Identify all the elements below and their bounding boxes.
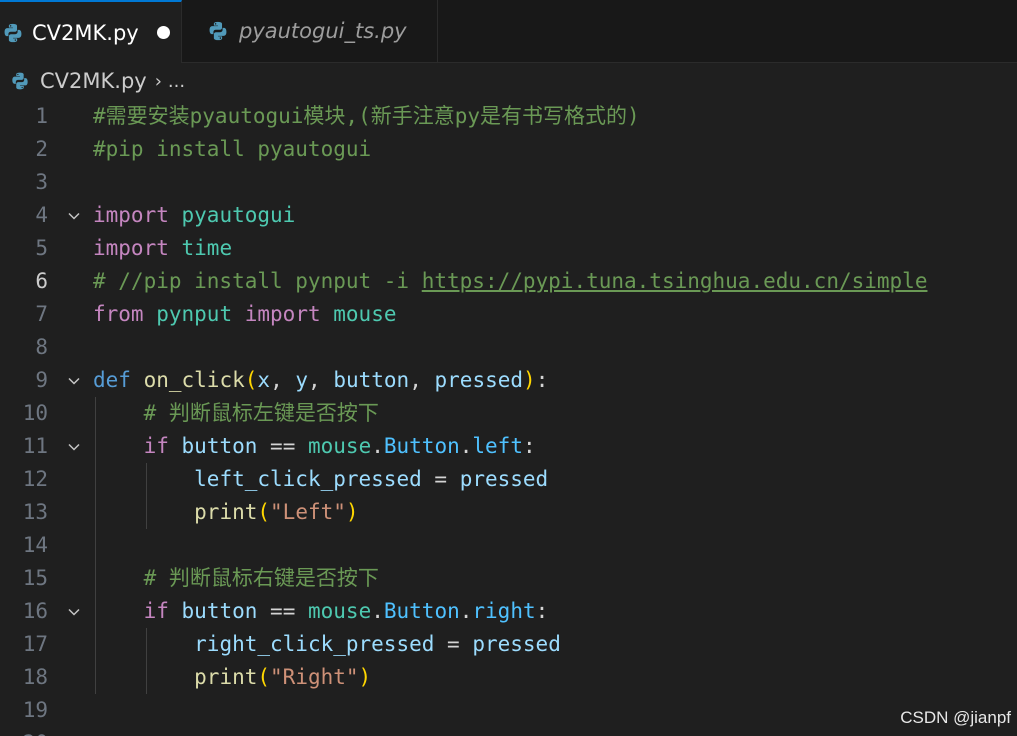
indent-guide	[145, 628, 147, 694]
unsaved-changes-dot[interactable]	[156, 26, 170, 39]
line-number: 14	[22, 533, 48, 557]
code-line[interactable]: 4 import pyautogui	[0, 199, 1017, 232]
code-text: right_click_pressed = pressed	[194, 632, 561, 656]
breadcrumb: CV2MK.py › ...	[0, 63, 1017, 99]
code-line[interactable]: 16 if button == mouse.Button.right:	[0, 595, 1017, 628]
code-line[interactable]: 3	[0, 166, 1017, 199]
code-editor[interactable]: 1 #需要安装pyautogui模块,(新手注意py是有书写格式的) 2 #pip i…	[0, 100, 1017, 736]
code-text: def on_click(x, y, button, pressed):	[93, 368, 549, 392]
code-line[interactable]: 8	[0, 331, 1017, 364]
code-line[interactable]: 11 if button == mouse.Button.left:	[0, 430, 1017, 463]
code-line[interactable]: 20	[0, 727, 1017, 736]
line-number: 8	[35, 335, 48, 359]
code-line[interactable]: 15 # 判断鼠标右键是否按下	[0, 562, 1017, 595]
line-number: 18	[22, 665, 48, 689]
code-line[interactable]: 14	[0, 529, 1017, 562]
editor-tab-bar: CV2MK.py pyautogui_ts.py	[0, 0, 1017, 63]
code-text: print("Left")	[194, 500, 359, 524]
breadcrumb-symbols[interactable]: ...	[168, 71, 185, 92]
code-text: from pynput import mouse	[93, 302, 397, 326]
code-line[interactable]: 2 #pip install pyautogui	[0, 133, 1017, 166]
python-file-icon	[209, 21, 227, 41]
line-number: 10	[22, 401, 48, 425]
line-number: 7	[35, 302, 48, 326]
code-text: print("Right")	[194, 665, 372, 689]
code-line[interactable]: 12 left_click_pressed = pressed	[0, 463, 1017, 496]
code-line[interactable]: 6 # //pip install pynput -i https://pypi.…	[0, 265, 1017, 298]
code-text: #需要安装pyautogui模块,(新手注意py是有书写格式的)	[93, 104, 640, 128]
code-text: # 判断鼠标右键是否按下	[143, 566, 379, 590]
line-number: 13	[22, 500, 48, 524]
line-number: 1	[35, 104, 48, 128]
line-number: 2	[35, 137, 48, 161]
code-text: if button == mouse.Button.right:	[143, 599, 549, 623]
line-number: 17	[22, 632, 48, 656]
code-line[interactable]: 18 print("Right")	[0, 661, 1017, 694]
indent-guide	[145, 463, 147, 529]
tab-label: pyautogui_ts.py	[239, 19, 407, 43]
line-number: 20	[0, 727, 48, 736]
fold-chevron-down-icon[interactable]	[64, 199, 84, 232]
python-file-icon	[12, 72, 28, 90]
line-number: 6	[35, 269, 48, 293]
code-text: if button == mouse.Button.left:	[143, 434, 536, 458]
line-number: 5	[35, 236, 48, 260]
code-line[interactable]: 13 print("Left")	[0, 496, 1017, 529]
line-number: 12	[22, 467, 48, 491]
fold-chevron-down-icon[interactable]	[64, 430, 84, 463]
code-line[interactable]: 17 right_click_pressed = pressed	[0, 628, 1017, 661]
code-text: import time	[93, 236, 233, 260]
fold-chevron-down-icon[interactable]	[64, 364, 84, 397]
chevron-right-icon: ›	[154, 70, 162, 92]
watermark: CSDN @jianpf	[900, 708, 1011, 727]
code-line[interactable]: 9 def on_click(x, y, button, pressed):	[0, 364, 1017, 397]
code-text: # //pip install pynput -i https://pypi.t…	[93, 269, 928, 293]
code-line[interactable]: 1 #需要安装pyautogui模块,(新手注意py是有书写格式的)	[0, 100, 1017, 133]
indent-guide	[95, 397, 96, 694]
tab-cv2mk[interactable]: CV2MK.py	[0, 0, 182, 63]
tab-pyautogui-ts[interactable]: pyautogui_ts.py	[183, 0, 438, 62]
line-number: 9	[35, 368, 48, 392]
code-text: left_click_pressed = pressed	[194, 467, 549, 491]
python-file-icon	[4, 23, 22, 42]
line-number: 3	[35, 170, 48, 194]
line-number: 15	[22, 566, 48, 590]
code-line[interactable]: 5 import time	[0, 232, 1017, 265]
fold-chevron-down-icon[interactable]	[64, 595, 84, 628]
breadcrumb-file[interactable]: CV2MK.py	[40, 69, 147, 93]
code-text: import pyautogui	[93, 203, 296, 227]
line-number: 16	[22, 599, 48, 623]
line-number: 11	[22, 434, 48, 458]
code-text: # 判断鼠标左键是否按下	[143, 401, 379, 425]
code-line[interactable]: 19	[0, 694, 1017, 727]
tab-label: CV2MK.py	[32, 20, 139, 45]
code-line[interactable]: 7 from pynput import mouse	[0, 298, 1017, 331]
code-line[interactable]: 10 # 判断鼠标左键是否按下	[0, 397, 1017, 430]
code-text: #pip install pyautogui	[93, 137, 372, 161]
line-number: 4	[35, 203, 48, 227]
line-number: 19	[22, 698, 48, 722]
